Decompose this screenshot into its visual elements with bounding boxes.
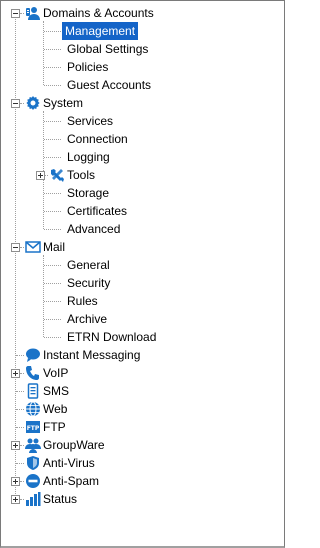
tree-node-policies[interactable]: Policies xyxy=(0,58,285,76)
globe-icon xyxy=(25,401,41,417)
tree-node-ftp[interactable]: FTP FTP xyxy=(0,418,285,436)
collapse-toggle[interactable] xyxy=(11,243,20,252)
tree-node-certificates[interactable]: Certificates xyxy=(0,202,285,220)
chat-bubble-icon xyxy=(25,347,41,363)
tree-node-anti-spam[interactable]: Anti-Spam xyxy=(0,472,285,490)
tree-node-label: Logging xyxy=(67,150,110,164)
tree-node-management[interactable]: Management xyxy=(0,21,285,41)
tree-node-guest-accounts[interactable]: Guest Accounts xyxy=(0,76,285,94)
tree-node-label: System xyxy=(43,96,84,110)
tree-node-status[interactable]: Status xyxy=(0,490,285,508)
tree-node-label: Web xyxy=(43,402,68,416)
tree-node-label: Connection xyxy=(67,132,128,146)
tree-node-label: Rules xyxy=(67,294,98,308)
tools-icon xyxy=(49,167,65,183)
tree-node-label: Instant Messaging xyxy=(43,348,141,362)
tree-node-label: Policies xyxy=(67,60,109,74)
tree-node-mail[interactable]: Mail xyxy=(0,238,285,256)
bar-chart-icon xyxy=(25,491,41,507)
tree-node-voip[interactable]: VoIP xyxy=(0,364,285,382)
tree-node-label: Global Settings xyxy=(67,42,149,56)
expand-toggle[interactable] xyxy=(11,477,20,486)
tree-node-advanced[interactable]: Advanced xyxy=(0,220,285,238)
tree-node-tools[interactable]: Tools xyxy=(0,166,285,184)
tree-node-connection[interactable]: Connection xyxy=(0,130,285,148)
tree-node-label: VoIP xyxy=(43,366,69,380)
tree-node-label: Anti-Virus xyxy=(43,456,95,470)
tree-node-label: Security xyxy=(67,276,111,290)
mobile-icon xyxy=(25,383,41,399)
tree-node-sms[interactable]: SMS xyxy=(0,382,285,400)
tree-node-label: Status xyxy=(43,492,78,506)
tree-node-label: Anti-Spam xyxy=(43,474,100,488)
tree-node-domains-accounts[interactable]: Domains & Accounts xyxy=(0,4,285,22)
envelope-icon xyxy=(25,239,41,255)
tree-node-label: ETRN Download xyxy=(67,330,157,344)
tree-node-groupware[interactable]: GroupWare xyxy=(0,436,285,454)
tree-node-logging[interactable]: Logging xyxy=(0,148,285,166)
phone-icon xyxy=(25,365,41,381)
tree-node-label: Advanced xyxy=(67,222,121,236)
expand-toggle[interactable] xyxy=(11,441,20,450)
ftp-icon: FTP xyxy=(25,419,41,435)
tree-node-archive[interactable]: Archive xyxy=(0,310,285,328)
tree-node-label: Tools xyxy=(67,168,96,182)
tree-node-label: Management xyxy=(60,21,140,41)
tree-node-label: Certificates xyxy=(67,204,128,218)
tree-node-label: Archive xyxy=(67,312,108,326)
gear-icon xyxy=(25,95,41,111)
tree-node-label: General xyxy=(67,258,110,272)
tree-node-security[interactable]: Security xyxy=(0,274,285,292)
collapse-toggle[interactable] xyxy=(11,9,20,18)
tree-node-label: FTP xyxy=(43,420,66,434)
tree-node-rules[interactable]: Rules xyxy=(0,292,285,310)
no-entry-icon xyxy=(25,473,41,489)
tree-node-services[interactable]: Services xyxy=(0,112,285,130)
expand-toggle[interactable] xyxy=(11,495,20,504)
tree-node-general[interactable]: General xyxy=(0,256,285,274)
users-icon xyxy=(25,5,41,21)
svg-text:FTP: FTP xyxy=(27,425,40,432)
tree-node-storage[interactable]: Storage xyxy=(0,184,285,202)
tree-node-label: Guest Accounts xyxy=(67,78,152,92)
tree-node-label: SMS xyxy=(43,384,70,398)
group-icon xyxy=(25,437,41,453)
tree-node-label: GroupWare xyxy=(43,438,105,452)
tree-node-etrn-download[interactable]: ETRN Download xyxy=(0,328,285,346)
tree-node-instant-messaging[interactable]: Instant Messaging xyxy=(0,346,285,364)
tree-node-system[interactable]: System xyxy=(0,94,285,112)
tree-node-label: Storage xyxy=(67,186,110,200)
tree-node-global-settings[interactable]: Global Settings xyxy=(0,40,285,58)
tree-node-label: Mail xyxy=(43,240,66,254)
shield-icon xyxy=(25,455,41,471)
collapse-toggle[interactable] xyxy=(11,99,20,108)
expand-toggle[interactable] xyxy=(11,369,20,378)
tree-node-anti-virus[interactable]: Anti-Virus xyxy=(0,454,285,472)
settings-tree[interactable]: Domains & Accounts Management Global Set… xyxy=(0,0,285,547)
tree-node-label: Services xyxy=(67,114,114,128)
expand-toggle[interactable] xyxy=(36,171,45,180)
tree-node-web[interactable]: Web xyxy=(0,400,285,418)
tree-node-label: Domains & Accounts xyxy=(43,6,154,20)
